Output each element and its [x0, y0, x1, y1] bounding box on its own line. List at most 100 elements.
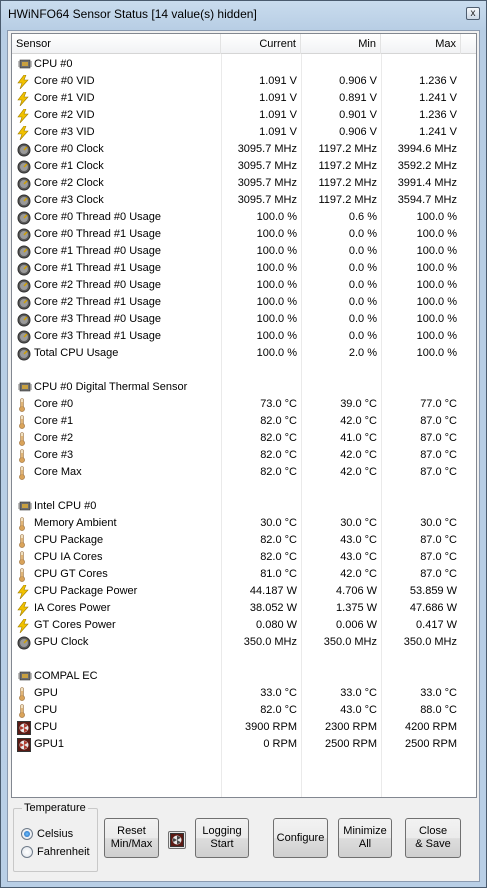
- sensor-label: GT Cores Power: [34, 619, 116, 631]
- table-row[interactable]: Core #2 VID 1.091 V 0.901 V 1.236 V: [12, 107, 476, 124]
- minimize-all-button[interactable]: Minimize All: [338, 818, 392, 858]
- max-value: 87.0 °C: [420, 534, 457, 546]
- table-row[interactable]: CPU Package Power 44.187 W 4.706 W 53.859 W: [12, 583, 476, 600]
- min-value: 1197.2 MHz: [318, 194, 378, 206]
- table-row[interactable]: Core #0 Thread #0 Usage 100.0 % 0.6 % 100.0…: [12, 209, 476, 226]
- table-row[interactable]: GPU1 0 RPM 2500 RPM 2500 RPM: [12, 736, 476, 753]
- table-row[interactable]: Core #3 Thread #0 Usage 100.0 % 0.0 % 100.0…: [12, 311, 476, 328]
- table-row[interactable]: GT Cores Power 0.080 W 0.006 W 0.417 W: [12, 617, 476, 634]
- configure-button[interactable]: Configure: [273, 818, 328, 858]
- current-value: 33.0 °C: [260, 687, 297, 699]
- table-row[interactable]: Core #0 Thread #1 Usage 100.0 % 0.0 % 100.0…: [12, 226, 476, 243]
- column-header-min[interactable]: Min: [301, 34, 381, 54]
- title-bar[interactable]: HWiNFO64 Sensor Status [14 value(s) hidd…: [1, 1, 486, 29]
- sensor-label: Core #0 Thread #1 Usage: [34, 228, 161, 240]
- current-value: 82.0 °C: [260, 704, 297, 716]
- sensor-group-row[interactable]: CPU #0: [12, 56, 476, 73]
- min-value: 1197.2 MHz: [318, 177, 378, 189]
- table-row[interactable]: Core #3 82.0 °C 42.0 °C 87.0 °C: [12, 447, 476, 464]
- table-row[interactable]: GPU 33.0 °C 33.0 °C 33.0 °C: [12, 685, 476, 702]
- table-row[interactable]: Core #1 Clock 3095.7 MHz 1197.2 MHz 3592.2 …: [12, 158, 476, 175]
- table-row[interactable]: Core #2 Thread #1 Usage 100.0 % 0.0 % 100.0…: [12, 294, 476, 311]
- thermometer-icon: [17, 568, 31, 582]
- bolt-icon: [17, 74, 31, 90]
- thermometer-icon: [17, 517, 31, 531]
- sensor-label: Core #3 Thread #1 Usage: [34, 330, 161, 342]
- close-save-button[interactable]: Close & Save: [405, 818, 461, 858]
- table-row[interactable]: Core #0 73.0 °C 39.0 °C 77.0 °C: [12, 396, 476, 413]
- celsius-option[interactable]: Celsius: [21, 828, 73, 840]
- table-row[interactable]: GPU Clock 350.0 MHz 350.0 MHz 350.0 MHz: [12, 634, 476, 651]
- table-row[interactable]: Core #1 VID 1.091 V 0.891 V 1.241 V: [12, 90, 476, 107]
- table-row[interactable]: Core #3 Thread #1 Usage 100.0 % 0.0 % 100.0…: [12, 328, 476, 345]
- table-row[interactable]: Core #0 VID 1.091 V 0.906 V 1.236 V: [12, 73, 476, 90]
- gauge-icon: [17, 313, 31, 327]
- thermometer-icon: [17, 415, 31, 429]
- table-row[interactable]: CPU Package 82.0 °C 43.0 °C 87.0 °C: [12, 532, 476, 549]
- table-row[interactable]: Core #2 Clock 3095.7 MHz 1197.2 MHz 3991.4 …: [12, 175, 476, 192]
- min-value: 0.0 %: [348, 330, 377, 342]
- column-header-max[interactable]: Max: [381, 34, 461, 54]
- max-value: 350.0 MHz: [403, 636, 457, 648]
- current-value: 100.0 %: [256, 211, 297, 223]
- current-value: 82.0 °C: [260, 432, 297, 444]
- min-value: 42.0 °C: [340, 415, 377, 427]
- table-row[interactable]: Core #3 VID 1.091 V 0.906 V 1.241 V: [12, 124, 476, 141]
- max-value: 87.0 °C: [420, 568, 457, 580]
- table-row[interactable]: Core #2 Thread #0 Usage 100.0 % 0.0 % 100.0…: [12, 277, 476, 294]
- sensor-status-window: HWiNFO64 Sensor Status [14 value(s) hidd…: [0, 0, 487, 888]
- max-value: 87.0 °C: [420, 466, 457, 478]
- min-value: 43.0 °C: [340, 534, 377, 546]
- sensor-label: Core #2: [34, 432, 74, 444]
- reset-minmax-button[interactable]: Reset Min/Max: [104, 818, 159, 858]
- table-row[interactable]: CPU 82.0 °C 43.0 °C 88.0 °C: [12, 702, 476, 719]
- column-header-sensor[interactable]: Sensor: [12, 34, 221, 54]
- max-value: 1.241 V: [419, 126, 457, 138]
- window-close-button[interactable]: x: [466, 7, 480, 20]
- sensor-label: Memory Ambient: [34, 517, 117, 529]
- sensor-group-label: Intel CPU #0: [34, 500, 97, 512]
- fahrenheit-option[interactable]: Fahrenheit: [21, 846, 90, 858]
- table-row[interactable]: Core #3 Clock 3095.7 MHz 1197.2 MHz 3594.7 …: [12, 192, 476, 209]
- sensor-table[interactable]: Sensor Current Min Max CPU #0 Core #0 VID…: [11, 33, 477, 798]
- current-value: 82.0 °C: [260, 466, 297, 478]
- sensor-group-row[interactable]: COMPAL EC: [12, 668, 476, 685]
- max-value: 1.236 V: [419, 75, 457, 87]
- table-row[interactable]: CPU 3900 RPM 2300 RPM 4200 RPM: [12, 719, 476, 736]
- table-row[interactable]: Core #0 Clock 3095.7 MHz 1197.2 MHz 3994.6 …: [12, 141, 476, 158]
- min-value: 39.0 °C: [340, 398, 377, 410]
- snapshot-button[interactable]: [168, 831, 186, 849]
- max-value: 2500 RPM: [405, 738, 457, 750]
- scrollbar-track[interactable]: [461, 54, 476, 797]
- table-row[interactable]: Total CPU Usage 100.0 % 2.0 % 100.0 %: [12, 345, 476, 362]
- sensor-label: Core #0 Clock: [34, 143, 104, 155]
- min-value: 1.375 W: [336, 602, 377, 614]
- table-row[interactable]: Core #1 82.0 °C 42.0 °C 87.0 °C: [12, 413, 476, 430]
- sensor-label: Total CPU Usage: [34, 347, 119, 359]
- table-row[interactable]: CPU IA Cores 82.0 °C 43.0 °C 87.0 °C: [12, 549, 476, 566]
- min-value: 0.0 %: [348, 228, 377, 240]
- sensor-group-label: CPU #0: [34, 58, 73, 70]
- table-row[interactable]: Core #1 Thread #1 Usage 100.0 % 0.0 % 100.0…: [12, 260, 476, 277]
- column-header-current[interactable]: Current: [221, 34, 301, 54]
- table-row[interactable]: Core #2 82.0 °C 41.0 °C 87.0 °C: [12, 430, 476, 447]
- sensor-group-row[interactable]: Intel CPU #0: [12, 498, 476, 515]
- table-row[interactable]: IA Cores Power 38.052 W 1.375 W 47.686 W: [12, 600, 476, 617]
- table-row[interactable]: Core #1 Thread #0 Usage 100.0 % 0.0 % 100.0…: [12, 243, 476, 260]
- table-row[interactable]: CPU GT Cores 81.0 °C 42.0 °C 87.0 °C: [12, 566, 476, 583]
- max-value: 30.0 °C: [420, 517, 457, 529]
- current-value: 82.0 °C: [260, 415, 297, 427]
- sensor-group-row[interactable]: CPU #0 Digital Thermal Sensor: [12, 379, 476, 396]
- current-value: 0 RPM: [263, 738, 297, 750]
- logging-start-button[interactable]: Logging Start: [195, 818, 249, 858]
- current-value: 100.0 %: [256, 279, 297, 291]
- celsius-radio[interactable]: [21, 828, 33, 840]
- fahrenheit-radio[interactable]: [21, 846, 33, 858]
- bolt-icon: [17, 618, 31, 634]
- current-value: 350.0 MHz: [243, 636, 297, 648]
- celsius-label: Celsius: [37, 828, 74, 840]
- table-row[interactable]: Memory Ambient 30.0 °C 30.0 °C 30.0 °C: [12, 515, 476, 532]
- table-row[interactable]: Core Max 82.0 °C 42.0 °C 87.0 °C: [12, 464, 476, 481]
- max-value: 100.0 %: [416, 296, 457, 308]
- gauge-icon: [17, 636, 31, 650]
